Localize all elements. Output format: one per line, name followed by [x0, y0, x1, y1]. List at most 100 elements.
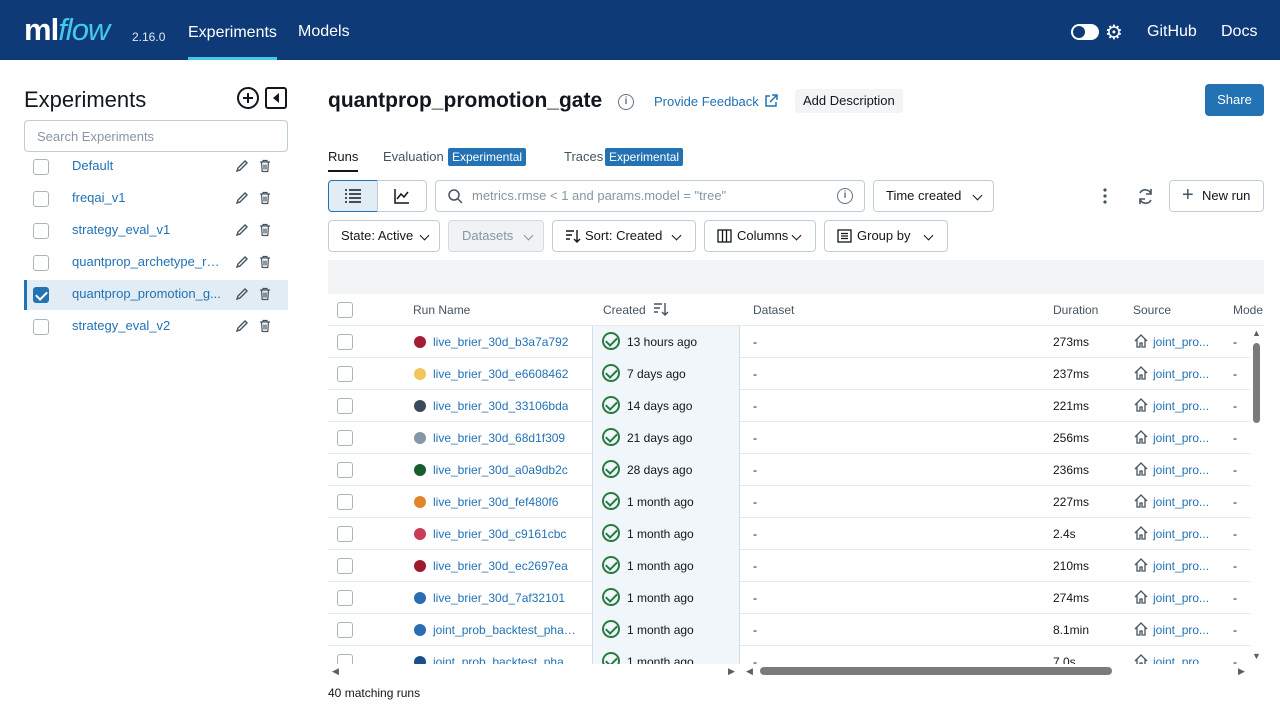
- experiment-item[interactable]: freqai_v1: [24, 184, 288, 214]
- scroll-right-arrow-icon[interactable]: ▶: [728, 666, 735, 677]
- experiment-name[interactable]: quantprop_archetype_runs: [72, 254, 224, 269]
- run-color-dot[interactable]: [414, 368, 426, 380]
- pencil-icon[interactable]: [235, 255, 249, 269]
- run-color-dot[interactable]: [414, 496, 426, 508]
- external-link-icon[interactable]: [764, 94, 778, 108]
- experiment-item[interactable]: quantprop_promotion_g...: [24, 280, 288, 310]
- horizontal-scroll-thumb[interactable]: [760, 667, 1112, 675]
- experiment-item[interactable]: strategy_eval_v1: [24, 216, 288, 246]
- run-name-link[interactable]: live_brier_30d_a0a9db2c: [433, 463, 568, 477]
- run-color-dot[interactable]: [414, 464, 426, 476]
- row-checkbox[interactable]: [337, 398, 353, 414]
- row-checkbox[interactable]: [337, 334, 353, 350]
- row-checkbox[interactable]: [337, 494, 353, 510]
- group-by-dropdown[interactable]: Group by: [824, 220, 948, 252]
- col-run-name[interactable]: Run Name: [413, 303, 470, 317]
- scroll-up-arrow-icon[interactable]: ▲: [1252, 328, 1261, 338]
- experiment-checkbox[interactable]: [33, 319, 49, 335]
- source-link[interactable]: joint_pro...: [1153, 623, 1209, 637]
- search-info-icon[interactable]: i: [837, 188, 853, 204]
- table-row[interactable]: live_brier_30d_b3a7a792 13 hours ago - 273m…: [328, 326, 1250, 358]
- run-name-link[interactable]: live_brier_30d_ec2697ea: [433, 559, 568, 573]
- row-checkbox[interactable]: [337, 654, 353, 664]
- sort-select[interactable]: Time created: [873, 180, 994, 212]
- run-color-dot[interactable]: [414, 592, 426, 604]
- row-checkbox[interactable]: [337, 526, 353, 542]
- col-model[interactable]: Mode: [1233, 303, 1264, 317]
- run-name-link[interactable]: live_brier_30d_b3a7a792: [433, 335, 568, 349]
- new-run-button[interactable]: + New run: [1169, 180, 1264, 212]
- info-icon[interactable]: i: [618, 94, 634, 110]
- trash-icon[interactable]: [258, 255, 272, 269]
- col-duration[interactable]: Duration: [1053, 303, 1098, 317]
- nav-experiments[interactable]: Experiments: [188, 0, 277, 60]
- experiment-name[interactable]: quantprop_promotion_g...: [72, 286, 221, 301]
- experiment-name[interactable]: strategy_eval_v1: [72, 222, 170, 237]
- nav-github[interactable]: GitHub: [1147, 0, 1197, 60]
- experiment-name[interactable]: freqai_v1: [72, 190, 125, 205]
- run-color-dot[interactable]: [414, 624, 426, 636]
- run-name-link[interactable]: live_brier_30d_33106bda: [433, 399, 568, 413]
- trash-icon[interactable]: [258, 191, 272, 205]
- run-name-link[interactable]: joint_prob_backtest_phas...: [433, 655, 578, 664]
- collapse-sidebar-icon[interactable]: [264, 86, 288, 110]
- run-color-dot[interactable]: [414, 560, 426, 572]
- table-row[interactable]: live_brier_30d_7af32101 1 month ago - 274ms…: [328, 582, 1250, 614]
- source-link[interactable]: joint_pro...: [1153, 495, 1209, 509]
- col-created[interactable]: Created: [603, 303, 646, 317]
- row-checkbox[interactable]: [337, 462, 353, 478]
- experiment-checkbox[interactable]: [33, 223, 49, 239]
- tab-runs[interactable]: Runs: [328, 149, 359, 172]
- table-row[interactable]: live_brier_30d_c9161cbc 1 month ago - 2.4s j…: [328, 518, 1250, 550]
- table-row[interactable]: live_brier_30d_a0a9db2c 28 days ago - 236ms…: [328, 454, 1250, 486]
- row-checkbox[interactable]: [337, 622, 353, 638]
- experiment-checkbox[interactable]: [33, 287, 49, 303]
- mlflow-logo[interactable]: mlflow: [24, 12, 110, 48]
- source-link[interactable]: joint_pro...: [1153, 463, 1209, 477]
- table-row[interactable]: joint_prob_backtest_phas... 1 month ago - 8…: [328, 614, 1250, 646]
- scroll-left-arrow-icon[interactable]: ◀: [332, 666, 339, 677]
- source-link[interactable]: joint_pro...: [1153, 399, 1209, 413]
- sort-dropdown[interactable]: Sort: Created: [552, 220, 696, 252]
- run-name-link[interactable]: live_brier_30d_7af32101: [433, 591, 565, 605]
- columns-selector[interactable]: Columns: [704, 220, 816, 252]
- row-checkbox[interactable]: [337, 558, 353, 574]
- state-filter[interactable]: State: Active: [328, 220, 440, 252]
- run-color-dot[interactable]: [414, 336, 426, 348]
- select-all-checkbox[interactable]: [337, 302, 353, 318]
- run-color-dot[interactable]: [414, 400, 426, 412]
- run-name-link[interactable]: live_brier_30d_c9161cbc: [433, 527, 566, 541]
- kebab-menu-icon[interactable]: [1097, 186, 1113, 206]
- pencil-icon[interactable]: [235, 159, 249, 173]
- dark-mode-toggle[interactable]: [1071, 24, 1099, 40]
- source-link[interactable]: joint_pro...: [1153, 431, 1209, 445]
- add-description-button[interactable]: Add Description: [795, 89, 903, 113]
- sort-descending-icon[interactable]: [653, 302, 669, 316]
- row-checkbox[interactable]: [337, 430, 353, 446]
- row-checkbox[interactable]: [337, 366, 353, 382]
- experiment-checkbox[interactable]: [33, 191, 49, 207]
- experiment-checkbox[interactable]: [33, 159, 49, 175]
- source-link[interactable]: joint_pro...: [1153, 559, 1209, 573]
- pencil-icon[interactable]: [235, 223, 249, 237]
- vertical-scroll-thumb[interactable]: [1253, 343, 1260, 423]
- trash-icon[interactable]: [258, 319, 272, 333]
- experiment-item[interactable]: quantprop_archetype_runs: [24, 248, 288, 278]
- search-experiments-input[interactable]: [24, 120, 288, 152]
- col-source[interactable]: Source: [1133, 303, 1171, 317]
- run-name-link[interactable]: live_brier_30d_68d1f309: [433, 431, 565, 445]
- add-experiment-icon[interactable]: [236, 86, 260, 110]
- table-view-button[interactable]: [328, 180, 378, 212]
- run-name-link[interactable]: live_brier_30d_e6608462: [433, 367, 568, 381]
- tab-traces[interactable]: Traces: [564, 149, 603, 164]
- experiment-item[interactable]: Default: [24, 152, 288, 182]
- trash-icon[interactable]: [258, 223, 272, 237]
- gear-icon[interactable]: ⚙: [1105, 20, 1123, 45]
- scroll-left-arrow-icon[interactable]: ◀: [746, 666, 753, 677]
- table-row[interactable]: live_brier_30d_ec2697ea 1 month ago - 210ms…: [328, 550, 1250, 582]
- experiment-name[interactable]: Default: [72, 158, 113, 173]
- nav-models[interactable]: Models: [298, 0, 350, 60]
- runs-search-input[interactable]: metrics.rmse < 1 and params.model = "tre…: [435, 180, 865, 212]
- table-row[interactable]: live_brier_30d_33106bda 14 days ago - 221ms…: [328, 390, 1250, 422]
- source-link[interactable]: joint_pro...: [1153, 527, 1209, 541]
